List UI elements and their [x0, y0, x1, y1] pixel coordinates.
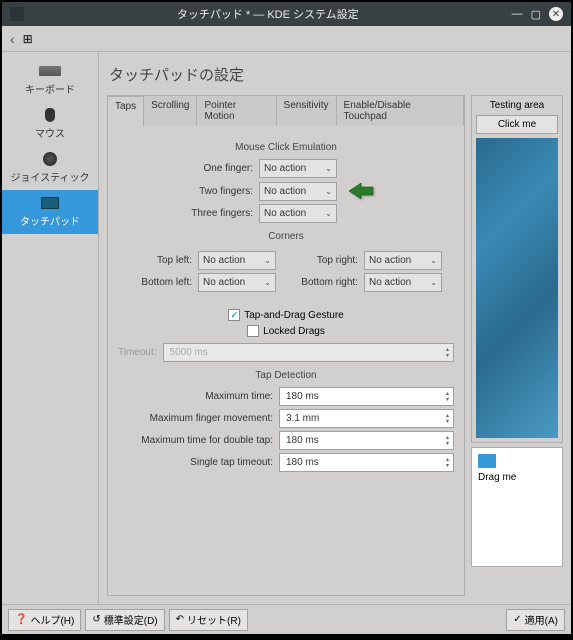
chevron-down-icon: ⌄: [264, 256, 271, 265]
tab-sensitivity[interactable]: Sensitivity: [277, 96, 337, 126]
grid-icon[interactable]: ⊞: [23, 32, 33, 46]
tab-scrolling[interactable]: Scrolling: [144, 96, 197, 126]
bottom-right-label: Bottom right:: [296, 277, 358, 288]
titlebar[interactable]: タッチパッド * — KDE システム設定 — ▢ ✕: [2, 2, 571, 26]
two-fingers-label: Two fingers:: [118, 186, 253, 197]
minimize-icon[interactable]: —: [512, 8, 523, 20]
three-fingers-select[interactable]: No action⌄: [259, 204, 337, 223]
two-fingers-select[interactable]: No action⌄: [259, 182, 337, 201]
max-move-label: Maximum finger movement:: [118, 413, 273, 424]
tabs: Taps Scrolling Pointer Motion Sensitivit…: [108, 96, 464, 126]
content: キーボード マウス ジョイスティック タッチパッド タッチパッドの設定 Taps: [2, 52, 571, 604]
main: タッチパッドの設定 Taps Scrolling Pointer Motion …: [98, 52, 571, 604]
section-corners: Corners: [118, 231, 454, 242]
testing-area-title: Testing area: [476, 100, 558, 111]
section-mouse-click: Mouse Click Emulation: [118, 142, 454, 153]
section-tap-detection: Tap Detection: [118, 370, 454, 381]
chevron-down-icon: ⌄: [264, 278, 271, 287]
sidebar-item-joystick[interactable]: ジョイスティック: [2, 146, 98, 190]
tap-drag-label: Tap-and-Drag Gesture: [244, 310, 344, 321]
folder-icon: [478, 454, 496, 468]
sidebar-item-touchpad[interactable]: タッチパッド: [2, 190, 98, 234]
max-time-label: Maximum time:: [118, 391, 273, 402]
timeout-label: Timeout:: [118, 347, 157, 358]
chevron-down-icon: ⌄: [325, 209, 332, 218]
back-icon[interactable]: ‹: [10, 31, 15, 47]
timeout-spinbox: 5000 ms▴▾: [163, 343, 454, 362]
chevron-down-icon: ⌄: [430, 278, 437, 287]
bottom-right-select[interactable]: No action⌄: [364, 273, 442, 292]
help-icon: ❓: [15, 614, 27, 625]
mouse-icon: [39, 108, 61, 122]
sidebar-item-label: タッチパッド: [20, 213, 80, 228]
spin-arrows-icon: ▴▾: [446, 347, 449, 359]
max-double-label: Maximum time for double tap:: [118, 435, 273, 446]
spin-arrows-icon: ▴▾: [446, 435, 449, 447]
sidebar-item-mouse[interactable]: マウス: [2, 102, 98, 146]
window: タッチパッド * — KDE システム設定 — ▢ ✕ ‹ ⊞ キーボード マウ…: [0, 0, 573, 636]
defaults-icon: ↺: [92, 614, 100, 625]
max-double-spinbox[interactable]: 180 ms▴▾: [279, 431, 454, 450]
single-timeout-label: Single tap timeout:: [118, 457, 273, 468]
max-time-spinbox[interactable]: 180 ms▴▾: [279, 387, 454, 406]
top-left-select[interactable]: No action⌄: [198, 251, 276, 270]
window-title: タッチパッド * — KDE システム設定: [32, 6, 504, 22]
drag-area[interactable]: Drag me: [471, 447, 563, 567]
testing-area-group: Testing area Click me: [471, 95, 563, 443]
joystick-icon: [39, 152, 61, 166]
top-right-select[interactable]: No action⌄: [364, 251, 442, 270]
tab-pointer-motion[interactable]: Pointer Motion: [197, 96, 276, 126]
footer: ❓ヘルプ(H) ↺標準設定(D) ↶リセット(R) ✓適用(A): [2, 604, 571, 634]
help-button[interactable]: ❓ヘルプ(H): [8, 609, 81, 631]
close-icon[interactable]: ✕: [549, 7, 563, 21]
bottom-left-select[interactable]: No action⌄: [198, 273, 276, 292]
single-timeout-spinbox[interactable]: 180 ms▴▾: [279, 453, 454, 472]
chevron-down-icon: ⌄: [430, 256, 437, 265]
reset-icon: ↶: [176, 614, 184, 625]
one-finger-label: One finger:: [118, 163, 253, 174]
sidebar: キーボード マウス ジョイスティック タッチパッド: [2, 52, 98, 604]
one-finger-select[interactable]: No action⌄: [259, 159, 337, 178]
defaults-button[interactable]: ↺標準設定(D): [85, 609, 164, 631]
tab-container: Taps Scrolling Pointer Motion Sensitivit…: [107, 95, 465, 596]
max-move-spinbox[interactable]: 3.1 mm▴▾: [279, 409, 454, 428]
keyboard-icon: [39, 64, 61, 78]
tab-body: Mouse Click Emulation One finger: No act…: [108, 126, 464, 595]
app-icon: [10, 7, 24, 21]
spin-arrows-icon: ▴▾: [446, 391, 449, 403]
tab-taps[interactable]: Taps: [108, 96, 144, 127]
bottom-left-label: Bottom left:: [130, 277, 192, 288]
top-left-label: Top left:: [130, 255, 192, 266]
chevron-down-icon: ⌄: [325, 187, 332, 196]
sidebar-item-label: マウス: [35, 125, 65, 140]
click-me-button[interactable]: Click me: [476, 115, 558, 134]
three-fingers-label: Three fingers:: [118, 208, 253, 219]
test-area[interactable]: [476, 138, 558, 438]
drag-me-label: Drag me: [478, 472, 556, 483]
sidebar-item-label: キーボード: [25, 81, 75, 96]
locked-drags-label: Locked Drags: [263, 326, 325, 337]
chevron-down-icon: ⌄: [325, 164, 332, 173]
top-right-label: Top right:: [296, 255, 358, 266]
tap-drag-checkbox[interactable]: [228, 309, 240, 321]
sidebar-item-label: ジョイスティック: [10, 169, 89, 184]
toolbar: ‹ ⊞: [2, 26, 571, 52]
maximize-icon[interactable]: ▢: [531, 8, 541, 21]
reset-button[interactable]: ↶リセット(R): [169, 609, 248, 631]
sidebar-item-keyboard[interactable]: キーボード: [2, 58, 98, 102]
tab-enable-disable[interactable]: Enable/Disable Touchpad: [337, 96, 464, 126]
apply-button[interactable]: ✓適用(A): [506, 609, 565, 631]
right-panel: Testing area Click me Drag me: [471, 95, 563, 596]
locked-drags-checkbox[interactable]: [247, 325, 259, 337]
apply-icon: ✓: [513, 614, 521, 625]
spin-arrows-icon: ▴▾: [446, 457, 449, 469]
page-title: タッチパッドの設定: [107, 60, 563, 95]
touchpad-icon: [39, 196, 61, 210]
spin-arrows-icon: ▴▾: [446, 413, 449, 425]
highlight-arrow-icon: [347, 181, 375, 201]
